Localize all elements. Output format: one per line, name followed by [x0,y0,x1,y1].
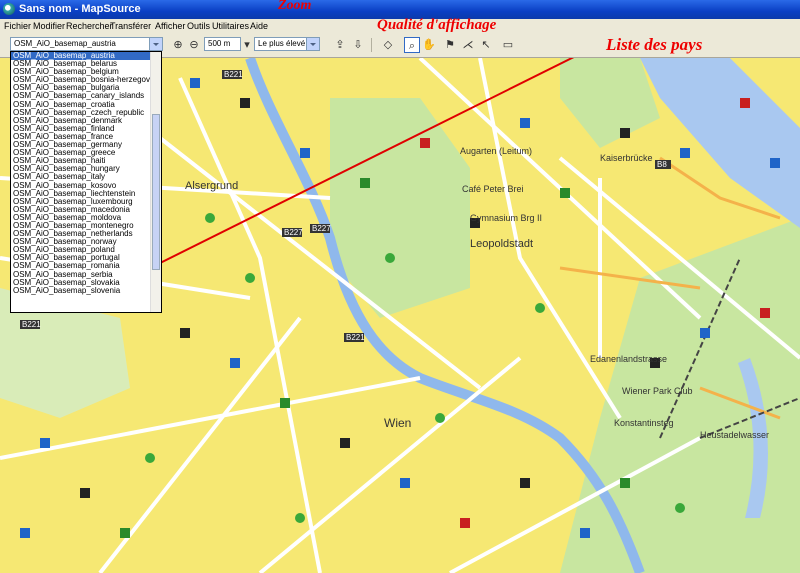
place-edanenlandstrasse: Edanenlandstrasse [590,354,668,364]
zoom-out-icon[interactable]: ⊖ [186,37,202,53]
map-product-value: OSM_AiO_basemap_austria [14,39,116,48]
place-heustadelwasser: Heustadelwasser [700,430,770,440]
zoom-scale-field[interactable]: 500 m [204,37,241,51]
map-product-dropdown-arrow[interactable] [149,38,162,50]
measure-tool-icon[interactable]: ▭ [500,37,516,53]
road-label-b221-west: B221 [22,320,41,329]
place-kaiserbrucke: Kaiserbrücke [600,153,653,163]
country-list-item[interactable]: OSM_AiO_basemap_slovenia [11,286,161,295]
map-product-combo[interactable]: OSM_AiO_basemap_austria [10,37,163,51]
send-map-icon[interactable]: ⇪ [332,37,348,53]
country-list-scrollbar[interactable] [150,52,161,312]
place-wiener-park-club: Wiener Park Club [622,386,693,396]
menu-afficher[interactable]: Afficher [155,21,185,31]
waypoint-tool-icon[interactable]: ⚑ [442,37,458,53]
annotation-zoom: Zoom [278,0,312,13]
road-label-b8: B8 [657,160,667,169]
country-dropdown-list[interactable]: OSM_AiO_basemap_austria OSM_AiO_basemap_b… [10,51,162,313]
display-quality-combo[interactable]: Le plus élevé [254,37,320,51]
menu-fichier[interactable]: Fichier [4,21,31,31]
map-tool-icon[interactable]: ◇ [380,37,396,53]
route-tool-icon[interactable]: ⋌ [460,37,476,53]
mapsource-app-icon [3,3,15,15]
display-quality-dropdown-arrow[interactable] [306,38,319,50]
place-konstantinsteg: Konstantinsteg [614,418,674,428]
place-augarten: Augarten (Leitum) [460,146,533,156]
zoom-tool-icon[interactable]: ⌕ [404,37,420,53]
window-title: Sans nom - MapSource [19,3,141,15]
zoom-scale-value: 500 m [208,39,231,48]
menu-aide[interactable]: Aide [250,21,268,31]
display-quality-value: Le plus élevé [258,39,306,48]
country-list-items: OSM_AiO_basemap_austria OSM_AiO_basemap_b… [11,52,161,295]
place-alsergrund: Alsergrund [185,180,239,192]
toolbar-separator [371,38,372,52]
zoom-scale-dropdown-arrow[interactable]: ▾ [241,37,253,53]
road-label-b227: B227 [312,224,331,233]
place-gymnasium: Gymnasium Brg II [470,213,543,223]
country-list-scroll-thumb[interactable] [152,114,160,270]
selection-tool-icon[interactable]: ↖ [478,37,494,53]
menu-rechercher[interactable]: Rechercher [66,21,113,31]
zoom-in-icon[interactable]: ⊕ [170,37,186,53]
road-label-b221-2: B221 [346,333,365,342]
place-leopoldstadt: Leopoldstadt [470,238,533,250]
menu-utilitaires[interactable]: Utilitaires [212,21,249,31]
menu-outils[interactable]: Outils [187,21,210,31]
road-label-b221: B221 [224,70,243,79]
menu-transferer[interactable]: Transférer [110,21,151,31]
place-wien: Wien [384,416,412,430]
annotation-quality: Qualité d'affichage [377,17,497,33]
annotation-country-list: Liste des pays [606,35,703,54]
menu-modifier[interactable]: Modifier [33,21,65,31]
receive-map-icon[interactable]: ⇩ [350,37,366,53]
hand-tool-icon[interactable]: ✋ [421,37,437,53]
place-cafe-peter-brei: Café Peter Brei [462,184,524,194]
road-label-b227-2: B227 [284,228,303,237]
